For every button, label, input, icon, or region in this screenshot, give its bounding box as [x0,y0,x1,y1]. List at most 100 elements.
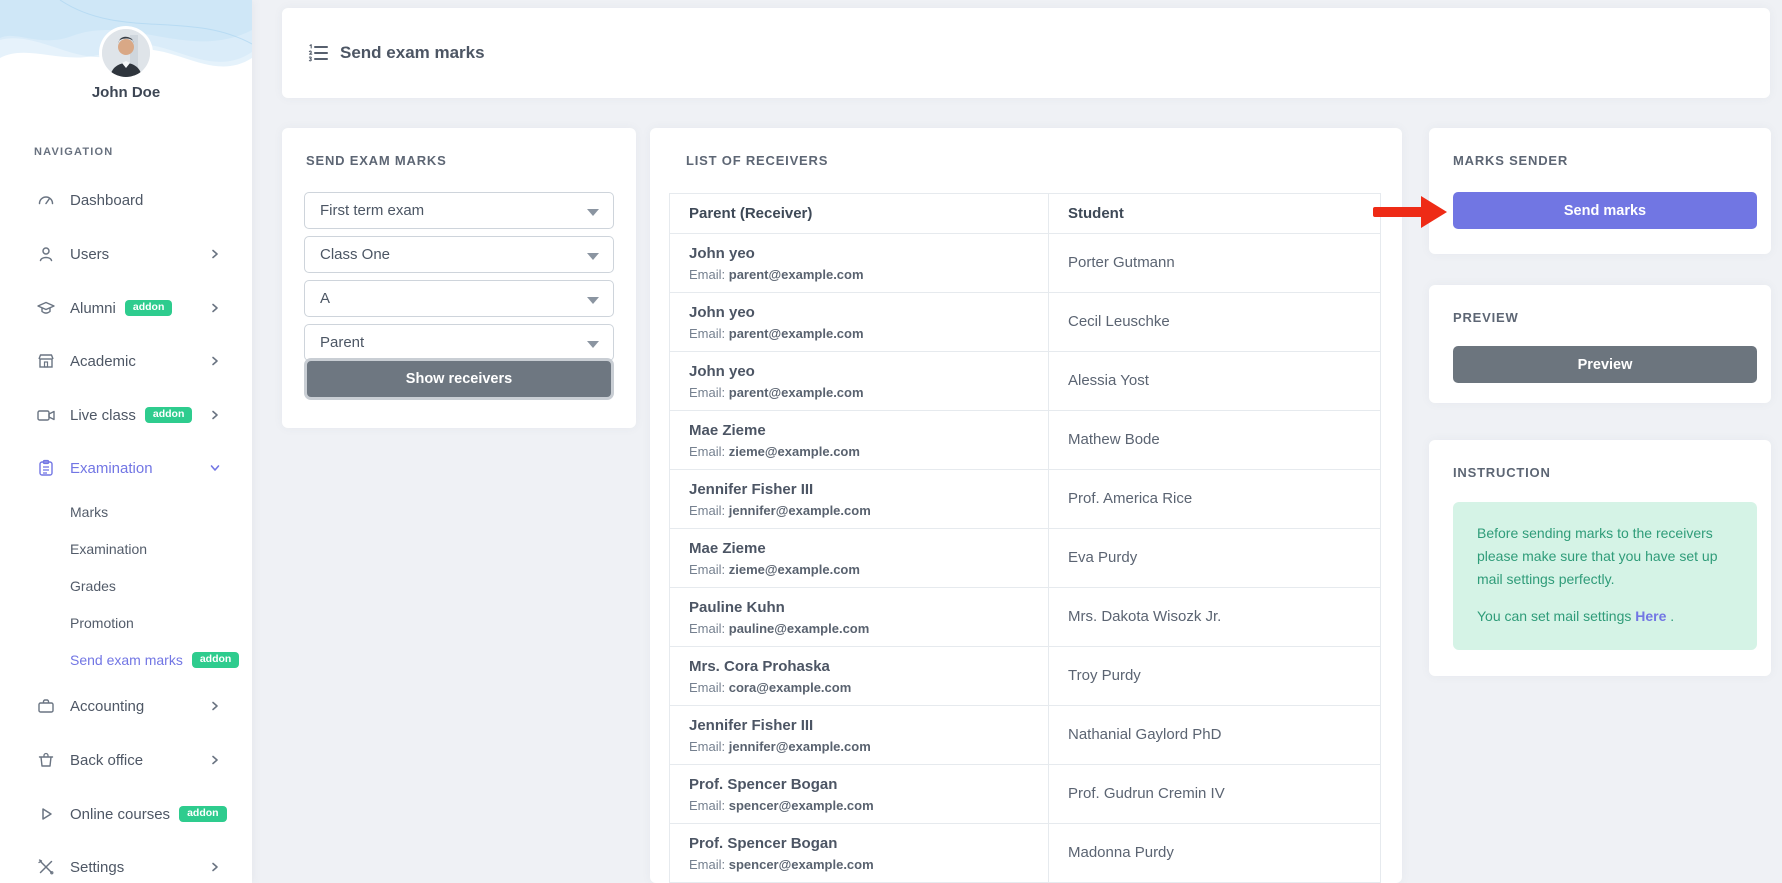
table-row: Mae Zieme Email: zieme@example.com Eva P… [670,529,1381,588]
caret-down-icon [587,341,599,348]
chevron-right-icon [208,408,222,422]
panel-title: PREVIEW [1453,310,1519,325]
student-name: Troy Purdy [1068,667,1141,684]
table-row: John yeo Email: parent@example.com Porte… [670,234,1381,293]
avatar-image [102,29,150,77]
class-select[interactable]: Class One [304,236,614,273]
chevron-right-icon [208,860,222,874]
sidebar-item-label: Accounting [70,698,144,715]
parent-email: Email: jennifer@example.com [689,739,1048,754]
table-row: Mae Zieme Email: zieme@example.com Mathe… [670,411,1381,470]
panel-title: MARKS SENDER [1453,153,1568,168]
parent-name: Prof. Spencer Bogan [689,835,1048,852]
chevron-right-icon [208,699,222,713]
page-header: Send exam marks [282,8,1770,98]
sidebar-subitem-label: Marks [70,504,108,520]
table-row: Prof. Spencer Bogan Email: spencer@examp… [670,765,1381,824]
preview-button[interactable]: Preview [1453,346,1757,383]
instruction-box: Before sending marks to the receivers pl… [1453,502,1757,650]
video-camera-icon [36,405,56,425]
sidebar-subitem-examination[interactable]: Examination [70,537,147,561]
basket-icon [36,750,56,770]
receiver-type-select[interactable]: Parent [304,324,614,361]
student-name: Mathew Bode [1068,431,1160,448]
sidebar-item-label: Users [70,246,109,263]
sidebar-item-examination[interactable]: Examination [0,454,252,482]
parent-name: Mrs. Cora Prohaska [689,658,1048,675]
sidebar-subitem-marks[interactable]: Marks [70,500,108,524]
sidebar-item-label: Settings [70,859,124,876]
sidebar-subitem-label: Grades [70,578,116,594]
sidebar-item-label: Academic [70,353,136,370]
sidebar-item-label: Alumni [70,300,116,317]
sidebar-subitem-grades[interactable]: Grades [70,574,116,598]
parent-name: Jennifer Fisher III [689,717,1048,734]
user-name: John Doe [0,84,252,101]
student-name: Madonna Purdy [1068,844,1174,861]
parent-email: Email: pauline@example.com [689,621,1048,636]
exam-select[interactable]: First term exam [304,192,614,229]
receiver-type-select-value: Parent [320,334,364,351]
table-row: Jennifer Fisher III Email: jennifer@exam… [670,706,1381,765]
sidebar-item-academic[interactable]: Academic [0,347,252,375]
parent-email: Email: spencer@example.com [689,798,1048,813]
send-marks-button[interactable]: Send marks [1453,192,1757,229]
parent-name: Jennifer Fisher III [689,481,1048,498]
table-row: John yeo Email: parent@example.com Aless… [670,352,1381,411]
receivers-table: Parent (Receiver) Student John yeo Email… [669,193,1381,883]
chevron-down-icon [208,461,222,475]
table-header-row: Parent (Receiver) Student [670,194,1381,234]
parent-email: Email: parent@example.com [689,385,1048,400]
sidebar-subitem-label: Promotion [70,615,134,631]
sidebar-item-accounting[interactable]: Accounting [0,692,252,720]
clipboard-list-icon [36,458,56,478]
parent-name: Prof. Spencer Bogan [689,776,1048,793]
sidebar-item-alumni[interactable]: Alumni addon [0,294,252,322]
parent-email: Email: zieme@example.com [689,444,1048,459]
section-select[interactable]: A [304,280,614,317]
addon-badge: addon [145,407,193,424]
column-header-parent: Parent (Receiver) [670,194,1049,234]
page: John Doe NAVIGATION Dashboard Users [0,0,1782,883]
sidebar-item-users[interactable]: Users [0,240,252,268]
show-receivers-button[interactable]: Show receivers [304,358,614,400]
sidebar-item-dashboard[interactable]: Dashboard [0,186,252,214]
sidebar-item-online-courses[interactable]: Online courses addon [0,800,252,828]
sidebar-item-live-class[interactable]: Live class addon [0,401,252,429]
table-row: Pauline Kuhn Email: pauline@example.com … [670,588,1381,647]
tools-icon [36,857,56,877]
ordered-list-icon [306,41,330,65]
parent-email: Email: spencer@example.com [689,857,1048,872]
sidebar-item-back-office[interactable]: Back office [0,746,252,774]
panel-title: LIST OF RECEIVERS [686,153,828,168]
sidebar-item-label: Back office [70,752,143,769]
table-row: Jennifer Fisher III Email: jennifer@exam… [670,470,1381,529]
sidebar-subitem-promotion[interactable]: Promotion [70,611,134,635]
sidebar-subitem-label: Send exam marks [70,652,183,668]
sidebar-subitem-send-exam-marks[interactable]: Send exam marks addon [70,648,239,672]
panel-title: INSTRUCTION [1453,465,1551,480]
sidebar-item-settings[interactable]: Settings [0,853,252,881]
caret-down-icon [587,297,599,304]
table-row: Mrs. Cora Prohaska Email: cora@example.c… [670,647,1381,706]
caret-down-icon [587,253,599,260]
student-name: Cecil Leuschke [1068,313,1170,330]
student-name: Prof. America Rice [1068,490,1192,507]
caret-down-icon [587,209,599,216]
student-name: Prof. Gudrun Cremin IV [1068,785,1225,802]
graduation-cap-icon [36,298,56,318]
chevron-right-icon [208,247,222,261]
section-select-value: A [320,290,330,307]
mail-settings-link[interactable]: Here [1635,608,1666,624]
sidebar-subitem-label: Examination [70,541,147,557]
instruction-text: Before sending marks to the receivers pl… [1477,522,1747,591]
parent-email: Email: parent@example.com [689,267,1048,282]
avatar[interactable] [102,29,150,77]
student-name: Porter Gutmann [1068,254,1175,271]
sidebar: John Doe NAVIGATION Dashboard Users [0,0,252,883]
parent-name: Mae Zieme [689,540,1048,557]
chevron-right-icon [208,753,222,767]
addon-badge: addon [125,300,173,317]
parent-name: John yeo [689,245,1048,262]
sidebar-item-label: Live class [70,407,136,424]
